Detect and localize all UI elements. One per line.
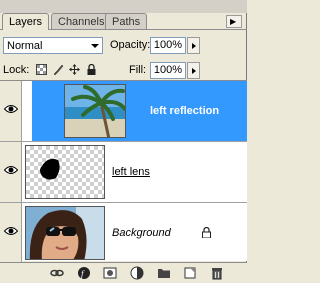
eye-icon — [4, 105, 18, 113]
blend-mode-value: Normal — [7, 40, 43, 52]
layer-thumbnail-woman-sunglasses — [25, 206, 105, 260]
padlock-icon — [202, 227, 211, 238]
link-layers-icon[interactable] — [50, 266, 64, 280]
layer-name[interactable]: Background — [112, 226, 171, 240]
layer-name[interactable]: left lens — [112, 165, 150, 179]
layer-style-icon[interactable]: f — [77, 266, 91, 280]
layer-thumbnail-black-blob — [25, 145, 105, 199]
delete-layer-icon[interactable] — [210, 266, 224, 280]
chevron-down-icon — [91, 44, 99, 48]
new-group-icon[interactable] — [157, 266, 171, 280]
layers-panel: Layers Channels Paths ▶ Normal Opacity: … — [0, 0, 247, 283]
clip-chain-icon — [22, 81, 32, 141]
lock-transparent-icon[interactable] — [36, 64, 47, 75]
lock-paint-icon[interactable] — [53, 64, 64, 75]
opacity-label: Opacity: — [110, 39, 151, 51]
layer-row-background[interactable]: Background — [0, 203, 247, 264]
layer-row-left-lens[interactable]: left lens — [0, 142, 247, 203]
blend-mode-select[interactable]: Normal — [3, 37, 103, 54]
new-layer-icon[interactable] — [183, 266, 197, 280]
tab-paths[interactable]: Paths — [105, 13, 148, 29]
layers-list: left reflection left lens Background — [0, 80, 247, 264]
fill-field[interactable]: 100% — [150, 62, 186, 79]
lock-move-icon[interactable] — [69, 64, 80, 75]
eye-icon — [4, 166, 18, 174]
fill-slider-button[interactable] — [187, 62, 200, 79]
eye-icon — [4, 227, 18, 235]
layers-toolbar: f — [0, 262, 247, 283]
lock-label: Lock: — [3, 64, 30, 76]
panel-tabs: Layers Channels Paths — [0, 13, 247, 30]
tab-channels[interactable]: Channels — [51, 13, 112, 29]
opacity-slider-button[interactable] — [187, 37, 200, 54]
tab-layers[interactable]: Layers — [2, 13, 50, 30]
visibility-toggle[interactable] — [0, 81, 22, 141]
fill-label: Fill: — [129, 64, 147, 76]
lock-all-icon[interactable] — [86, 64, 97, 75]
panel-menu-button[interactable]: ▶ — [226, 15, 242, 28]
adjustment-layer-icon[interactable] — [130, 266, 144, 280]
menu-arrow-icon: ▶ — [230, 17, 237, 26]
opacity-field[interactable]: 100% — [150, 37, 186, 54]
layer-mask-icon[interactable] — [103, 266, 117, 280]
panel-title-bar[interactable] — [0, 0, 247, 13]
layer-thumbnail-palm-beach — [64, 84, 126, 138]
layer-row-left-reflection[interactable]: left reflection — [0, 81, 247, 142]
visibility-toggle[interactable] — [0, 203, 22, 263]
layer-name[interactable]: left reflection — [150, 104, 219, 118]
visibility-toggle[interactable] — [0, 142, 22, 202]
